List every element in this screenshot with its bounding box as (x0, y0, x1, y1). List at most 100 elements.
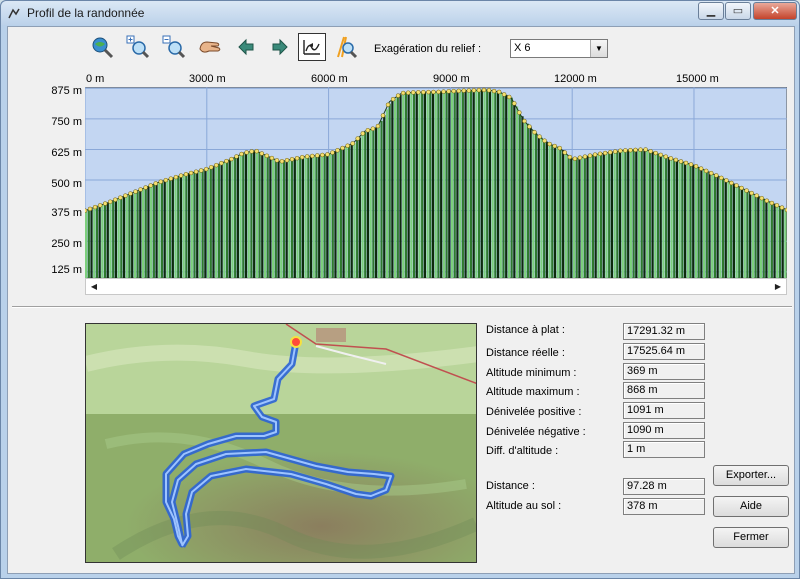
zoom-in-icon[interactable] (124, 33, 152, 61)
profile-point (572, 156, 578, 161)
relief-label: Exagération du relief : (374, 43, 482, 55)
profile-point (325, 152, 330, 157)
maximize-button[interactable]: ▭ (725, 2, 751, 20)
arrow-left-icon[interactable] (232, 33, 260, 61)
elevation-bar (196, 171, 199, 278)
elevation-bar (727, 180, 730, 278)
elevation-bar (686, 163, 689, 278)
elevation-bar (201, 170, 204, 278)
profile-point (431, 89, 436, 95)
elevation-bar (526, 123, 529, 278)
elevation-bar (602, 153, 605, 278)
profile-point (476, 87, 482, 93)
elevation-bar (499, 92, 502, 278)
elevation-bar (567, 154, 570, 278)
elevation-bar (646, 149, 649, 278)
elevation-bar (529, 126, 532, 278)
elevation-bar (556, 146, 559, 278)
profile-window: Profil de la randonnée ▁ ▭ ✕ Exagération… (0, 0, 800, 579)
x-tick-label: 6000 m (311, 73, 348, 85)
profile-point (310, 153, 315, 159)
cursor-label: Distance : (486, 480, 535, 492)
help-button[interactable]: Aide (713, 496, 789, 517)
zoom-out-icon[interactable] (160, 33, 188, 61)
profile-point (123, 193, 128, 198)
profile-point (693, 164, 699, 169)
profile-point (633, 147, 638, 153)
arrow-right-icon[interactable] (266, 33, 294, 61)
profile-point (658, 152, 663, 158)
relief-select[interactable]: X 6 ▼ (510, 39, 608, 58)
scroll-left-icon[interactable]: ◀ (86, 279, 102, 294)
profile-point (729, 180, 734, 186)
minimize-button[interactable]: ▁ (698, 2, 724, 20)
elevation-bar (711, 173, 714, 278)
elevation-bar (461, 90, 464, 278)
elevation-bar (507, 96, 511, 278)
profile-point (441, 89, 446, 94)
elevation-bar (613, 151, 616, 278)
elevation-bar (719, 176, 722, 278)
zoom-globe-icon[interactable] (88, 33, 116, 61)
profile-graph-icon[interactable] (298, 33, 326, 61)
title-bar[interactable]: Profil de la randonnée ▁ ▭ ✕ (1, 1, 799, 25)
elevation-bar (266, 155, 269, 278)
elevation-bar (160, 181, 164, 278)
profile-point (405, 90, 411, 95)
elevation-bar (369, 129, 372, 278)
elevation-bar (231, 159, 234, 278)
profile-point (102, 201, 108, 206)
profile-point (330, 150, 335, 155)
profile-point (587, 153, 593, 158)
profile-point (532, 129, 537, 135)
elevation-bar (608, 152, 611, 278)
profile-point (678, 159, 684, 164)
export-button[interactable]: Exporter... (713, 465, 789, 486)
profile-point (148, 183, 153, 188)
elevation-bar (380, 120, 383, 278)
elevation-profile-chart[interactable] (85, 87, 787, 278)
profile-point (355, 136, 360, 141)
hand-pan-icon[interactable] (196, 33, 224, 61)
elevation-bar (496, 91, 500, 278)
elevation-bar (85, 210, 88, 278)
elevation-bar (778, 206, 782, 278)
elevation-bar (288, 159, 291, 278)
profile-point (203, 166, 209, 172)
elevation-bar (656, 153, 660, 278)
window-title: Profil de la randonnée (27, 6, 145, 20)
profile-point (239, 151, 244, 157)
elevation-bar (667, 157, 670, 278)
elevation-bar (762, 198, 765, 278)
profile-point (138, 187, 143, 192)
elevation-bar (307, 156, 310, 278)
close-window-button[interactable]: ✕ (753, 2, 797, 20)
profile-point (380, 113, 386, 118)
profile-point (607, 150, 613, 155)
topo-map-image (86, 324, 476, 562)
profile-point (289, 156, 295, 162)
elevation-bar (171, 178, 174, 278)
elevation-bar (356, 140, 359, 278)
profile-point (365, 128, 371, 133)
elevation-bar (122, 196, 126, 278)
elevation-bar (93, 207, 96, 278)
horizontal-scrollbar[interactable]: ◀ ▶ (85, 278, 787, 295)
profile-point (411, 90, 416, 95)
elevation-bar (101, 204, 104, 278)
route-zoom-icon[interactable] (332, 33, 360, 61)
profile-point (577, 155, 583, 160)
elevation-bar (109, 202, 112, 278)
profile-point (734, 183, 739, 188)
scroll-right-icon[interactable]: ▶ (770, 279, 786, 294)
profile-point (158, 179, 164, 184)
profile-point (254, 148, 259, 154)
stat-value: 1091 m (623, 402, 705, 419)
elevation-bar (242, 153, 245, 278)
close-button[interactable]: Fermer (713, 527, 789, 548)
chevron-down-icon[interactable]: ▼ (590, 40, 607, 57)
profile-point (153, 181, 158, 186)
route-map[interactable] (85, 323, 477, 563)
elevation-bar (640, 149, 643, 278)
elevation-bar (610, 152, 614, 278)
